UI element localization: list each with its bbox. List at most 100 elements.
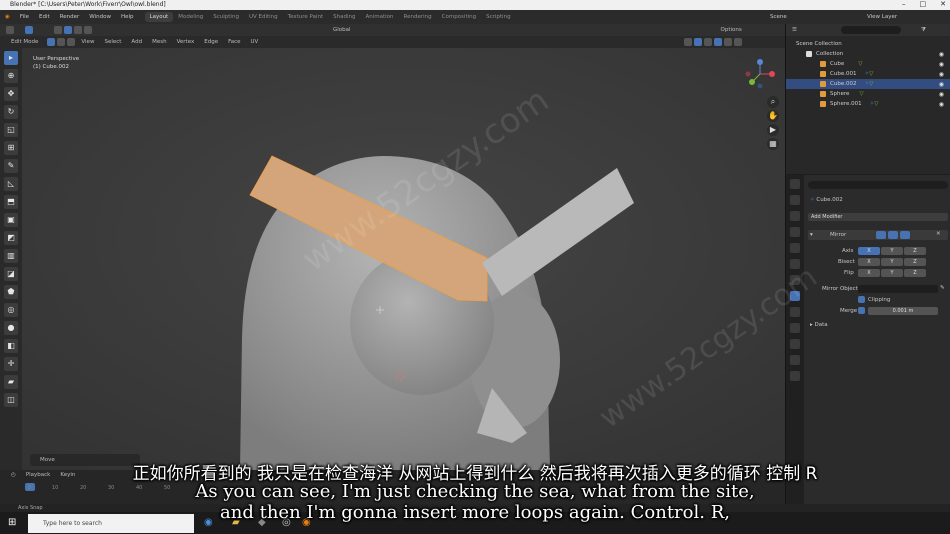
shear-tool-icon[interactable]: ▰ (4, 375, 18, 389)
menu-render[interactable]: Render (55, 14, 85, 20)
maximize-button[interactable]: □ (920, 0, 927, 8)
scale-tool-icon[interactable]: ◱ (4, 123, 18, 137)
loopcut-tool-icon[interactable]: ▥ (4, 249, 18, 263)
overlay-icon[interactable] (684, 38, 693, 46)
outliner-item-sphere-001[interactable]: Sphere.001 ✧ ▽ ◉ (786, 99, 950, 109)
constraints-tab-icon[interactable] (790, 339, 800, 349)
transform-orientation[interactable]: Global (328, 27, 356, 33)
blender-logo-icon[interactable]: ◉ (0, 14, 15, 20)
output-tab-icon[interactable] (790, 211, 800, 221)
rotate-tool-icon[interactable]: ↻ (4, 105, 18, 119)
outliner-editor-icon[interactable]: ☰ (792, 27, 797, 33)
inset-tool-icon[interactable]: ▣ (4, 213, 18, 227)
tab-rendering[interactable]: Rendering (399, 12, 437, 22)
spin-tool-icon[interactable]: ◎ (4, 303, 18, 317)
menu-uv[interactable]: UV (246, 39, 264, 45)
properties-search[interactable] (808, 181, 948, 189)
data-tab-icon[interactable] (790, 355, 800, 365)
shading-render-icon[interactable] (734, 38, 743, 46)
menu-mesh[interactable]: Mesh (147, 39, 171, 45)
axis-y-toggle[interactable]: Y (881, 247, 903, 255)
select-box-icon[interactable] (25, 26, 33, 34)
menu-face[interactable]: Face (223, 39, 245, 45)
outliner-search[interactable] (840, 26, 901, 34)
flip-z-toggle[interactable]: Z (904, 269, 926, 277)
shrink-tool-icon[interactable]: ✛ (4, 357, 18, 371)
navigation-gizmo[interactable] (742, 56, 778, 92)
view-layer-tab-icon[interactable] (790, 227, 800, 237)
physics-tab-icon[interactable] (790, 323, 800, 333)
tab-animation[interactable]: Animation (360, 12, 398, 22)
outliner-item-cube-001[interactable]: Cube.001 ✧ ▽ ◉ (786, 69, 950, 79)
annotate-tool-icon[interactable]: ✎ (4, 159, 18, 173)
bisect-y-toggle[interactable]: Y (881, 258, 903, 266)
tab-scripting[interactable]: Scripting (481, 12, 515, 22)
flip-y-toggle[interactable]: Y (881, 269, 903, 277)
tab-compositing[interactable]: Compositing (437, 12, 481, 22)
close-button[interactable]: ✕ (940, 0, 946, 8)
outliner-item-sphere[interactable]: Sphere ▽ ◉ (786, 89, 950, 99)
outliner-item-cube[interactable]: Cube ▽ ◉ (786, 59, 950, 69)
add-modifier-button[interactable]: Add Modifier (808, 213, 948, 221)
select-tool-icon[interactable]: ▸ (4, 51, 18, 65)
zoom-icon[interactable]: ⌕ (767, 96, 779, 108)
tool-tab-icon[interactable] (790, 179, 800, 189)
bisect-z-toggle[interactable]: Z (904, 258, 926, 266)
menu-file[interactable]: File (15, 14, 34, 20)
tab-uv-editing[interactable]: UV Editing (244, 12, 283, 22)
tab-layout[interactable]: Layout (144, 12, 174, 22)
collection-row[interactable]: Collection ◉ (786, 49, 950, 59)
menu-vertex[interactable]: Vertex (172, 39, 200, 45)
properties-panel[interactable]: ✧ Cube.002 Add Modifier ▾ Mirror ✕ Axis … (785, 175, 950, 504)
visibility-eye-icon[interactable]: ◉ (939, 101, 944, 108)
menu-view[interactable]: View (76, 39, 99, 45)
edge-select-icon[interactable] (57, 38, 66, 46)
cursor-tool-icon[interactable]: ⊕ (4, 69, 18, 83)
tab-texture-paint[interactable]: Texture Paint (283, 12, 329, 22)
merge-distance-field[interactable]: 0.001 m (868, 307, 938, 315)
viewport-toggle-icon[interactable] (888, 231, 898, 239)
visibility-eye-icon[interactable]: ◉ (939, 71, 944, 78)
bisect-x-toggle[interactable]: X (858, 258, 880, 266)
eyedropper-icon[interactable]: ✎ (940, 285, 945, 291)
vertex-select-icon[interactable] (47, 38, 56, 46)
remove-modifier-icon[interactable]: ✕ (936, 231, 941, 237)
shading-material-icon[interactable] (724, 38, 733, 46)
visibility-eye-icon[interactable]: ◉ (939, 81, 944, 88)
flip-x-toggle[interactable]: X (858, 269, 880, 277)
edge-slide-tool-icon[interactable]: ◧ (4, 339, 18, 353)
data-subpanel-toggle[interactable]: ▸ Data (810, 322, 828, 328)
tab-shading[interactable]: Shading (328, 12, 360, 22)
menu-edit[interactable]: Edit (34, 14, 55, 20)
options-button[interactable]: Options (716, 27, 747, 33)
outliner-panel[interactable]: ☰ ⧩ Scene Collection Collection ◉ Cube ▽… (785, 24, 950, 174)
smooth-tool-icon[interactable]: ● (4, 321, 18, 335)
select-mode-icon[interactable] (54, 26, 62, 34)
filter-icon[interactable]: ⧩ (921, 27, 926, 34)
editor-type-icon[interactable] (6, 26, 14, 34)
mode-b-icon[interactable] (74, 26, 82, 34)
tab-modeling[interactable]: Modeling (173, 12, 208, 22)
mode-c-icon[interactable] (84, 26, 92, 34)
menu-add[interactable]: Add (126, 39, 147, 45)
rip-tool-icon[interactable]: ◫ (4, 393, 18, 407)
knife-tool-icon[interactable]: ◪ (4, 267, 18, 281)
mirror-object-field[interactable] (858, 285, 938, 293)
menu-help[interactable]: Help (116, 14, 139, 20)
scene-collection-row[interactable]: Scene Collection (786, 39, 950, 49)
material-tab-icon[interactable] (790, 371, 800, 381)
menu-select[interactable]: Select (99, 39, 126, 45)
transform-tool-icon[interactable]: ⊞ (4, 141, 18, 155)
face-select-icon[interactable] (67, 38, 76, 46)
axis-x-toggle[interactable]: X (858, 247, 880, 255)
visibility-eye-icon[interactable]: ◉ (939, 51, 944, 58)
shading-wire-icon[interactable] (704, 38, 713, 46)
clipping-checkbox[interactable] (858, 296, 865, 303)
outliner-item-cube-002[interactable]: Cube.002 ✧ ▽ ◉ (786, 79, 950, 89)
visibility-eye-icon[interactable]: ◉ (939, 61, 944, 68)
modifier-name[interactable]: Mirror (830, 232, 846, 238)
collapse-arrow-icon[interactable]: ▾ (810, 232, 813, 238)
mode-a-icon[interactable] (64, 26, 72, 34)
editmode-toggle-icon[interactable] (876, 231, 886, 239)
extrude-tool-icon[interactable]: ⬒ (4, 195, 18, 209)
